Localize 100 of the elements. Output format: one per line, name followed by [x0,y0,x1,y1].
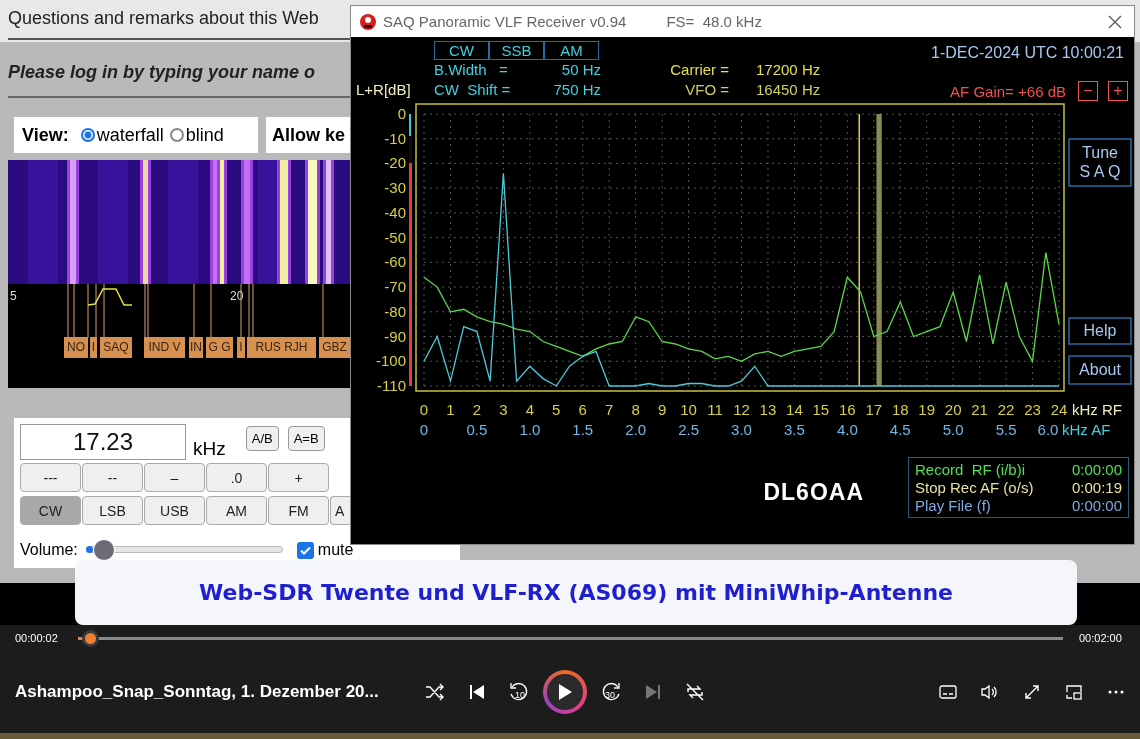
next-icon [645,684,661,700]
forward-button[interactable]: 30 [593,674,629,710]
x-tick-label: 12 [733,401,750,418]
mode-button[interactable]: LSB [82,496,143,525]
progress-bar[interactable] [78,629,1063,647]
vfo-label: VFO = [685,81,729,100]
station-label[interactable]: RUS RJH [247,337,316,358]
af-tick-label: 3.0 [731,421,752,438]
x-tick-label: 24 [1050,401,1068,418]
station-label[interactable]: GBZ [319,337,350,358]
caption-text: Web-SDR Twente und VLF-RX (AS069) mit MiniWhip-Antenne [199,580,953,605]
view-option[interactable]: waterfall [80,124,164,146]
scale-label: 20 [230,289,244,303]
shuffle-icon [425,683,445,701]
app-icon [359,12,377,31]
af-tick-label: 4.0 [836,421,858,438]
duration-time: 00:02:00 [1079,632,1123,644]
step-button[interactable]: + [268,463,329,492]
x-tick-label: 19 [918,401,936,418]
x-tick-label: 3 [499,401,508,418]
x-tick-label: 20 [944,401,962,418]
checkbox[interactable] [296,541,314,559]
y-tick-label: -40 [384,203,406,221]
callsign: DL6OAA [763,479,864,506]
more-icon [1108,690,1124,694]
progress-thumb[interactable] [81,629,99,647]
radio-button[interactable] [80,128,95,142]
station-label[interactable]: I [90,337,97,358]
step-button[interactable]: --- [20,463,81,492]
previous-icon [469,684,485,700]
y-tick-label: -30 [384,179,406,197]
carrier-value: 17200 Hz [756,61,822,80]
af-tick-label: 6.0 [1037,421,1059,438]
x-tick-label: 11 [707,401,723,418]
unit-label: kHz [193,438,226,460]
station-label[interactable]: I [237,337,245,358]
slider-fill [85,546,93,553]
x-tick-label: 0 [419,401,429,418]
af-tick-label: 1.0 [519,421,541,438]
slider-thumb[interactable] [92,539,115,561]
y-tick-label: -20 [384,154,406,172]
y-axis-label: L+R[dB] [355,81,412,100]
af-tick-label: 5.0 [942,421,964,438]
vfo-button[interactable]: A/B [245,426,279,451]
side-button[interactable]: Help [1068,317,1132,345]
y-tick-label: -70 [384,278,406,296]
miniplayer-icon [1066,684,1082,700]
x-tick-label: 18 [891,401,909,418]
side-button[interactable]: Tune S A Q [1068,138,1132,187]
step-button[interactable]: – [144,463,205,492]
frequency-field[interactable]: 17.23 [20,424,186,460]
axis-unit: kHz AF [1062,421,1111,438]
station-label[interactable]: IN [189,337,203,358]
gain-button[interactable]: + [1108,81,1128,101]
date-time: 1-DEC-2024 UTC 10:00:21 [931,43,1125,61]
x-tick-label: 7 [605,401,614,418]
mode-button[interactable]: AM [206,496,267,525]
gain-button[interactable]: − [1078,81,1098,101]
mode-button[interactable]: USB [144,496,205,525]
vfo-button[interactable]: A=B [287,426,325,451]
radio-button[interactable] [169,128,184,142]
play-button[interactable] [543,670,587,714]
y-tick-label: -90 [384,327,406,345]
view-option[interactable]: blind [169,124,224,146]
recorder-time: 0:00:00 [1071,461,1122,478]
play-icon [557,683,573,701]
mode-tab[interactable]: AM [544,41,599,60]
af-tick-label: 4.5 [889,421,911,438]
mode-button[interactable]: FM [268,496,329,525]
station-label[interactable]: NO [64,337,88,358]
station-label[interactable]: SAQ [100,337,132,358]
step-button[interactable]: -- [82,463,143,492]
x-tick-label: 1 [446,401,455,418]
af-tick-label: 2.5 [678,421,699,438]
x-tick-label: 8 [631,401,640,418]
mode-tab[interactable]: CW [434,41,489,60]
station-label[interactable]: G G [206,337,233,358]
vfo-value: 16450 Hz [756,81,822,100]
station-label[interactable]: IND V [144,337,185,358]
recorder-time: 0:00:19 [1071,479,1122,496]
x-tick-label: 6 [578,401,587,418]
step-button[interactable]: .0 [206,463,267,492]
recorder-action[interactable]: Play File (f) [915,497,1072,514]
y-tick-label: -10 [384,129,406,147]
af-tick-label: 5.5 [995,421,1017,438]
elapsed-time: 00:00:02 [15,632,59,644]
y-tick-label: -110 [377,377,406,394]
carrier-label: Carrier = [670,61,729,80]
recorder-action[interactable]: Record RF (i/b)i [915,461,1072,478]
side-button[interactable]: About [1068,355,1132,385]
volume-label: Volume: [20,542,78,558]
mute-option[interactable]: mute [296,541,354,559]
y-tick-label: -50 [384,228,406,246]
mode-button[interactable]: CW [20,496,81,525]
recorder-time: 0:00:00 [1071,497,1122,514]
recorder-action[interactable]: Stop Rec AF (o/s) [915,479,1072,496]
x-tick-label: 9 [657,401,667,418]
mode-button[interactable]: A [330,496,350,525]
rewind-button[interactable]: 10 [501,674,537,710]
mode-tab[interactable]: SSB [489,41,544,60]
